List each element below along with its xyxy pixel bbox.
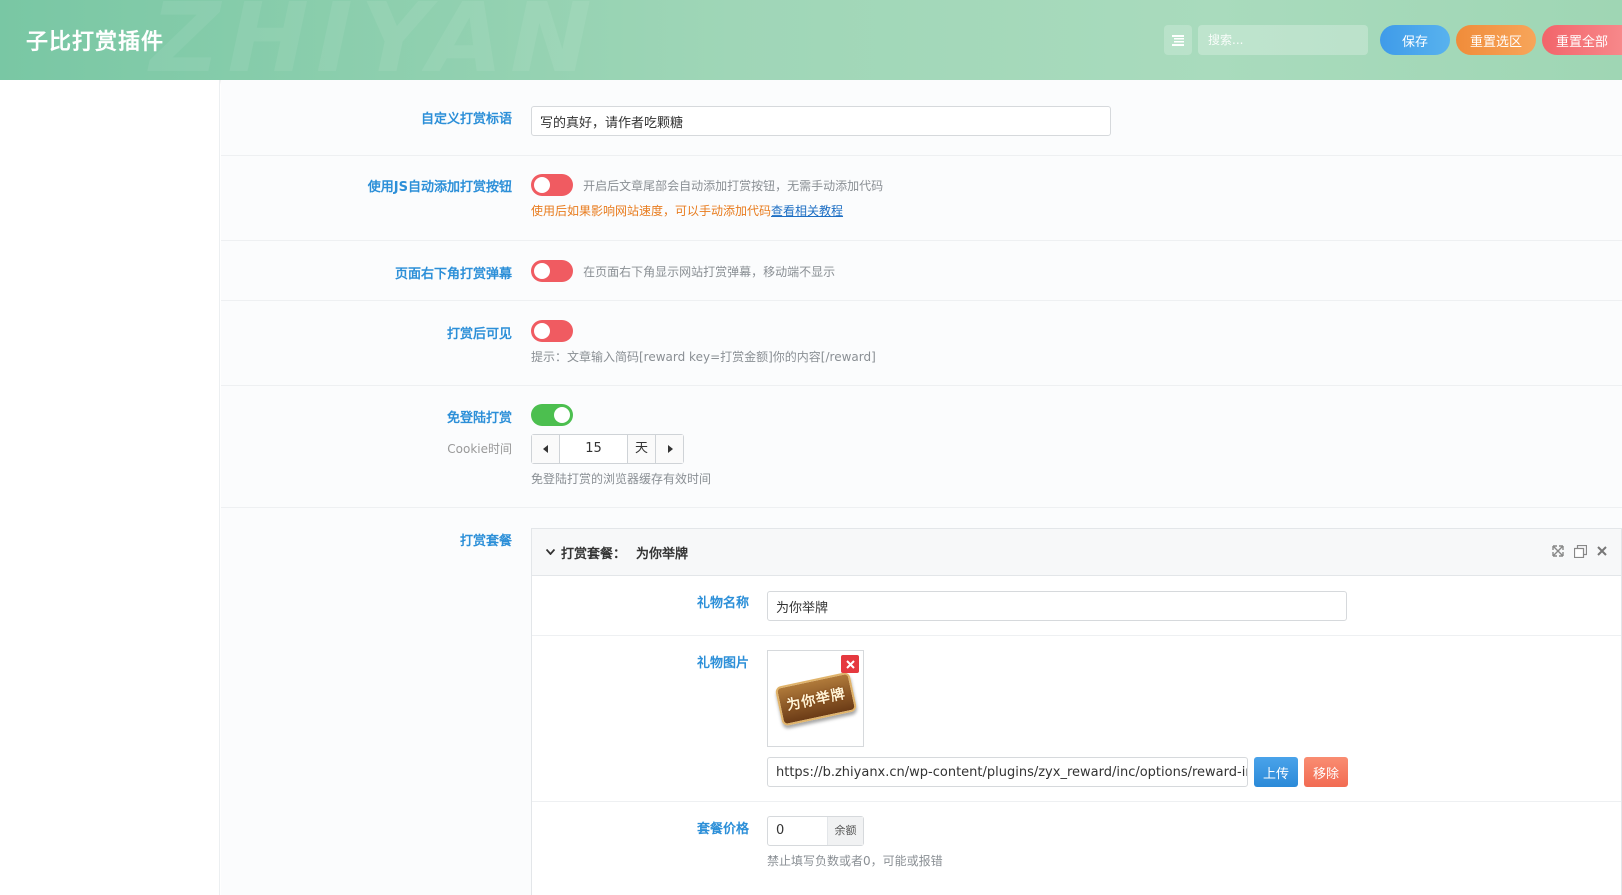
cookie-time-stepper: 15 天 bbox=[531, 434, 684, 464]
cookie-unit: 天 bbox=[627, 435, 655, 463]
option-label: 使用JS自动添加打赏按钮 bbox=[367, 180, 512, 195]
tutorial-link[interactable]: 查看相关教程 bbox=[771, 204, 843, 218]
gift-image: 为你举牌 bbox=[774, 671, 857, 726]
option-label: 打赏套餐 bbox=[459, 534, 512, 549]
gift-image-preview: 为你举牌 bbox=[767, 650, 864, 747]
option-desc: 免登陆打赏的浏览器缓存有效时间 bbox=[531, 472, 712, 486]
increment-button[interactable] bbox=[655, 435, 683, 463]
app-title: 子比打赏插件 bbox=[26, 30, 165, 55]
field-label: 套餐价格 bbox=[696, 822, 749, 837]
cookie-label: Cookie时间 bbox=[447, 442, 512, 456]
option-label: 自定义打赏标语 bbox=[420, 112, 512, 127]
search-input[interactable] bbox=[1198, 25, 1368, 55]
reward-visible-toggle[interactable] bbox=[531, 320, 573, 342]
list-icon bbox=[1172, 34, 1184, 46]
option-label: 页面右下角打赏弹幕 bbox=[394, 267, 512, 282]
js-auto-toggle[interactable] bbox=[531, 174, 573, 196]
expand-all-button[interactable] bbox=[1164, 25, 1192, 55]
close-icon[interactable] bbox=[1595, 544, 1609, 558]
no-login-toggle[interactable] bbox=[531, 404, 573, 426]
price-input[interactable]: 0 bbox=[768, 817, 827, 845]
header-toolbar: 保存 重置选区 重置全部 bbox=[1164, 24, 1622, 56]
danmaku-toggle[interactable] bbox=[531, 260, 573, 282]
price-unit: 余额 bbox=[827, 817, 863, 845]
package-group-header[interactable]: 打赏套餐： 为你举牌 bbox=[532, 529, 1621, 576]
field-label: 礼物图片 bbox=[696, 656, 749, 671]
save-button[interactable]: 保存 bbox=[1380, 25, 1450, 55]
reset-all-button[interactable]: 重置全部 bbox=[1542, 25, 1622, 55]
copy-icon[interactable] bbox=[1573, 544, 1587, 558]
caret-right-icon bbox=[667, 445, 673, 453]
option-row-no-login: 免登陆打赏 Cookie时间 15 天 免登陆打赏的浏览器缓存有效时间 bbox=[221, 386, 1622, 508]
sidebar bbox=[0, 80, 220, 895]
reset-section-button[interactable]: 重置选区 bbox=[1456, 25, 1536, 55]
cookie-time-input[interactable]: 15 bbox=[560, 435, 627, 463]
price-input-group: 0 余额 bbox=[767, 816, 864, 846]
upload-button[interactable]: 上传 bbox=[1254, 757, 1298, 787]
option-desc: 在页面右下角显示网站打赏弹幕，移动端不显示 bbox=[583, 264, 836, 279]
gift-name-row: 礼物名称 为你举牌 bbox=[532, 576, 1621, 636]
decrement-button[interactable] bbox=[532, 435, 560, 463]
price-desc: 禁止填写负数或者0，可能或报错 bbox=[767, 854, 943, 868]
options-panel: 自定义打赏标语 写的真好，请作者吃颗糖 使用JS自动添加打赏按钮 开启后文章尾部… bbox=[221, 80, 1622, 895]
option-row-slogan: 自定义打赏标语 写的真好，请作者吃颗糖 bbox=[221, 80, 1622, 156]
slogan-input[interactable]: 写的真好，请作者吃颗糖 bbox=[531, 106, 1111, 136]
option-row-danmaku: 页面右下角打赏弹幕 在页面右下角显示网站打赏弹幕，移动端不显示 bbox=[221, 241, 1622, 301]
package-group: 打赏套餐： 为你举牌 礼物名称 为你举牌 礼物图片 为你举牌 https://b… bbox=[531, 528, 1622, 895]
package-price-row: 套餐价格 0 余额 禁止填写负数或者0，可能或报错 bbox=[532, 802, 1621, 895]
header-watermark: ZHIYAN bbox=[138, 0, 611, 80]
option-hint: 提示：文章输入简码[reward key=打赏金额]你的内容[/reward] bbox=[531, 350, 876, 364]
option-label: 打赏后可见 bbox=[446, 327, 512, 342]
caret-left-icon bbox=[542, 445, 548, 453]
gift-image-row: 礼物图片 为你举牌 https://b.zhiyanx.cn/wp-conten… bbox=[532, 636, 1621, 802]
option-label: 免登陆打赏 bbox=[446, 411, 512, 426]
fullscreen-icon[interactable] bbox=[1551, 544, 1565, 558]
gift-name-input[interactable]: 为你举牌 bbox=[767, 591, 1347, 621]
option-desc: 开启后文章尾部会自动添加打赏按钮，无需手动添加代码 bbox=[583, 178, 884, 193]
chevron-down-icon[interactable] bbox=[546, 549, 555, 555]
gift-image-url-input[interactable]: https://b.zhiyanx.cn/wp-content/plugins/… bbox=[767, 757, 1248, 787]
field-label: 礼物名称 bbox=[696, 596, 749, 611]
delete-image-icon[interactable] bbox=[841, 655, 859, 673]
app-header: ZHIYAN 子比打赏插件 保存 重置选区 重置全部 bbox=[0, 0, 1622, 80]
option-warning: 使用后如果影响网站速度，可以手动添加代码 bbox=[531, 204, 772, 218]
option-row-js-auto: 使用JS自动添加打赏按钮 开启后文章尾部会自动添加打赏按钮，无需手动添加代码 使… bbox=[221, 156, 1622, 241]
option-row-reward-visible: 打赏后可见 提示：文章输入简码[reward key=打赏金额]你的内容[/re… bbox=[221, 301, 1622, 386]
remove-button[interactable]: 移除 bbox=[1304, 757, 1348, 787]
package-group-title: 打赏套餐： 为你举牌 bbox=[561, 546, 689, 562]
